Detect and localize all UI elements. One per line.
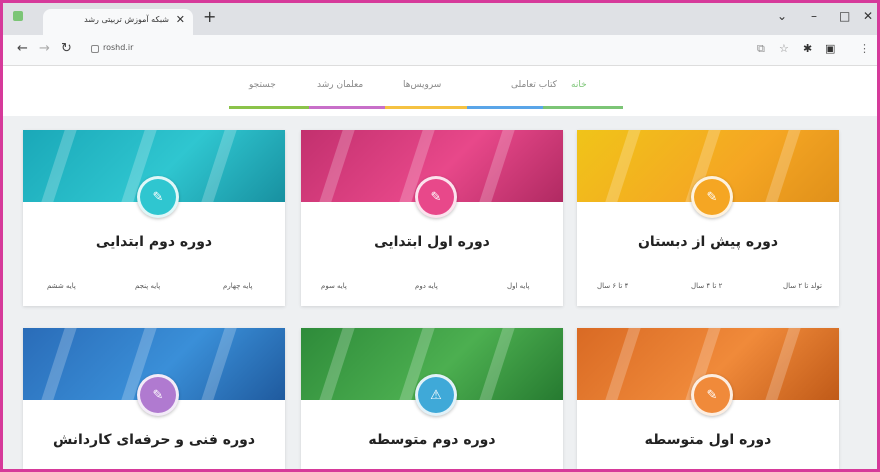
course-card-vocational[interactable]: ✎ دوره فنی و حرفه‌ای کاردانش (23, 328, 285, 469)
more-menu-icon[interactable]: ⋮ (859, 42, 870, 55)
compass-icon: ⚠ (415, 374, 457, 416)
browser-tab[interactable]: شبکه آموزش تربیتی رشد ✕ (43, 9, 193, 35)
browser-toolbar: ← → ↻ roshd.ir ⧉ ☆ ✱ ▣ ⋮ (3, 35, 877, 66)
maximize-button[interactable]: □ (839, 9, 850, 23)
grade-link[interactable]: پایه اول (507, 282, 529, 290)
new-tab-button[interactable]: + (203, 9, 216, 25)
nav-item-services[interactable]: سرویس‌ها (403, 80, 441, 90)
nav-underline-blue (467, 106, 543, 109)
tab-strip: شبکه آموزش تربیتی رشد ✕ + ⌄ – □ ✕ (3, 3, 877, 35)
close-window-button[interactable]: ✕ (863, 9, 873, 23)
card-title: دوره فنی و حرفه‌ای کاردانش (52, 432, 256, 448)
grade-link[interactable]: پایه پنجم (135, 282, 160, 290)
grade-link[interactable]: پایه سوم (321, 282, 347, 290)
forward-icon[interactable]: → (39, 41, 50, 56)
card-title: دوره اول متوسطه (644, 432, 772, 448)
reload-icon[interactable]: ↻ (61, 41, 72, 56)
close-tab-icon[interactable]: ✕ (176, 13, 185, 26)
nav-item-interactive-book[interactable]: کتاب تعاملی (511, 80, 557, 90)
course-card-secondary-2[interactable]: ⚠ دوره دوم متوسطه (301, 328, 563, 469)
url-text: roshd.ir (103, 43, 134, 52)
browser-window: شبکه آموزش تربیتی رشد ✕ + ⌄ – □ ✕ ← → ↻ … (3, 3, 877, 469)
minimize-button[interactable]: – (811, 9, 817, 23)
pencil-icon: ✎ (137, 374, 179, 416)
back-icon[interactable]: ← (17, 41, 28, 56)
extensions-icon[interactable]: ✱ (803, 42, 812, 55)
grade-link[interactable]: ۴ تا ۶ سال (597, 282, 628, 290)
grade-link[interactable]: پایه چهارم (223, 282, 252, 290)
grade-link[interactable]: پایه دوم (415, 282, 438, 290)
course-card-primary-1[interactable]: ✎ دوره اول ابتدایی پایه اول پایه دوم پای… (301, 130, 563, 306)
web-page: خانه کتاب تعاملی سرویس‌ها معلمان رشد جست… (3, 66, 877, 469)
grade-link[interactable]: تولد تا ۲ سال (783, 282, 822, 290)
card-title: دوره اول ابتدایی (374, 234, 490, 250)
browser-menu-icon[interactable] (13, 11, 23, 21)
nav-underline-purple (309, 106, 385, 109)
pencil-icon: ✎ (691, 176, 733, 218)
card-title: دوره دوم متوسطه (368, 432, 496, 448)
tab-title: شبکه آموزش تربیتی رشد (84, 15, 169, 24)
tab-search-icon[interactable]: ⌄ (777, 9, 787, 23)
sidebar-icon[interactable]: ▣ (825, 42, 835, 55)
grade-link[interactable]: ۲ تا ۴ سال (691, 282, 722, 290)
card-title: دوره دوم ابتدایی (95, 234, 213, 250)
card-title: دوره پیش از دبستان (637, 234, 779, 250)
site-navigation: خانه کتاب تعاملی سرویس‌ها معلمان رشد جست… (3, 66, 877, 110)
pencil-icon: ✎ (415, 176, 457, 218)
nav-underline-green (229, 106, 309, 109)
nav-underline-home (543, 106, 623, 109)
grade-link[interactable]: پایه ششم (47, 282, 76, 290)
pencil-icon: ✎ (691, 374, 733, 416)
bookmark-star-icon[interactable]: ☆ (779, 42, 789, 55)
course-card-preschool[interactable]: ✎ دوره پیش از دبستان تولد تا ۲ سال ۲ تا … (577, 130, 839, 306)
course-card-primary-2[interactable]: ✎ دوره دوم ابتدایی پایه چهارم پایه پنجم … (23, 130, 285, 306)
address-bar[interactable]: roshd.ir (87, 40, 787, 60)
nav-item-home[interactable]: خانه (571, 80, 587, 90)
pencil-icon: ✎ (137, 176, 179, 218)
share-icon[interactable]: ⧉ (757, 42, 765, 56)
courses-grid: ✎ دوره پیش از دبستان تولد تا ۲ سال ۲ تا … (3, 116, 877, 469)
nav-item-search[interactable]: جستجو (249, 80, 276, 90)
lock-icon (91, 45, 99, 53)
nav-underline-yellow (385, 106, 467, 109)
nav-item-teachers[interactable]: معلمان رشد (317, 80, 363, 90)
course-card-secondary-1[interactable]: ✎ دوره اول متوسطه (577, 328, 839, 469)
